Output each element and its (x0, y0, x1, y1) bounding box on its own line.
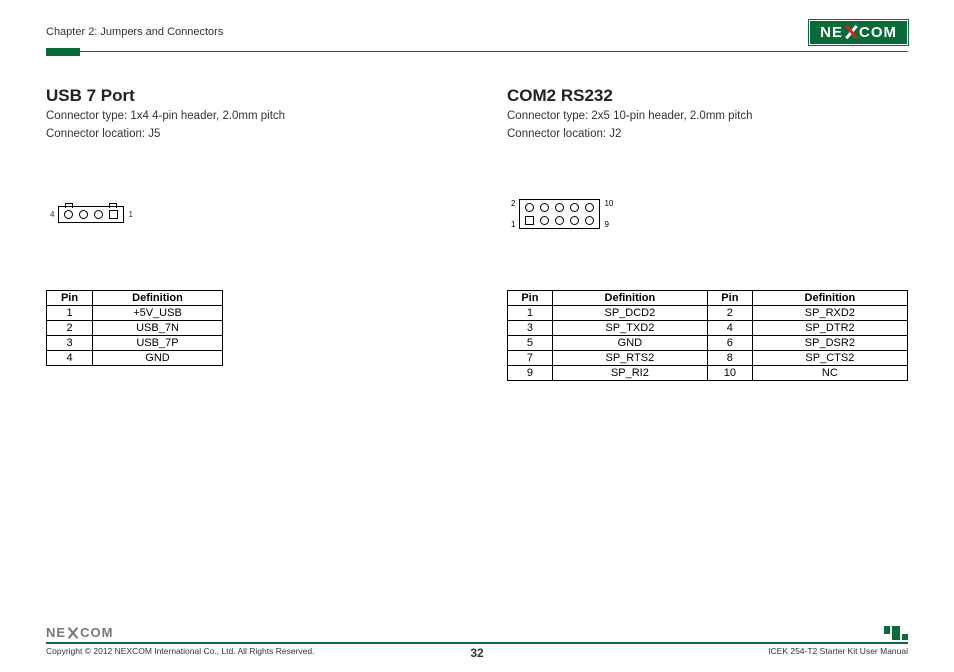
pin-circle-icon (79, 210, 88, 219)
usb7-pin-table: Pin Definition 1+5V_USB 2USB_7N 3USB_7P … (46, 290, 223, 366)
logo-text-pre: NE (820, 24, 843, 41)
pin-circle-icon (585, 216, 594, 225)
usb7-conn-type: Connector type: 1x4 4-pin header, 2.0mm … (46, 108, 447, 124)
logo-x-icon (844, 25, 858, 39)
usb7-connector (58, 206, 124, 223)
table-row: 3USB_7P (47, 336, 223, 351)
com2-pin-table: Pin Definition Pin Definition 1SP_DCD22S… (507, 290, 908, 381)
com2-title: COM2 RS232 (507, 86, 908, 106)
com2-diagram: 2 1 (507, 190, 908, 238)
com2-connector (519, 199, 600, 229)
usb7-conn-loc: Connector location: J5 (46, 126, 447, 142)
pin-circle-icon (570, 203, 579, 212)
pin-circle-icon (555, 216, 564, 225)
com2-pin-label-10: 10 (604, 199, 613, 208)
pin-circle-icon (540, 216, 549, 225)
usb7-title: USB 7 Port (46, 86, 447, 106)
header-rule (46, 50, 908, 52)
th-pin: Pin (707, 291, 752, 306)
table-row: 3SP_TXD24SP_DTR2 (508, 321, 908, 336)
usb7-pin-label-4: 4 (46, 210, 58, 219)
table-row: 1+5V_USB (47, 306, 223, 321)
table-row: 9SP_RI210NC (508, 366, 908, 381)
th-pin: Pin (508, 291, 553, 306)
th-pin: Pin (47, 291, 93, 306)
com2-conn-loc: Connector location: J2 (507, 126, 908, 142)
logo-text-post: COM (80, 625, 113, 640)
logo-x-icon (67, 627, 79, 639)
pin-circle-icon (525, 203, 534, 212)
table-row: 5GND6SP_DSR2 (508, 336, 908, 351)
table-row: 7SP_RTS28SP_CTS2 (508, 351, 908, 366)
table-row: 2USB_7N (47, 321, 223, 336)
chapter-title: Chapter 2: Jumpers and Connectors (46, 26, 223, 38)
copyright-text: Copyright © 2012 NEXCOM International Co… (46, 646, 314, 656)
logo-text-pre: NE (46, 625, 66, 640)
footer-logo: NE COM (46, 625, 113, 640)
corner-decoration-icon (884, 626, 908, 640)
th-def: Definition (93, 291, 223, 306)
brand-logo: NE COM (809, 20, 908, 45)
pin-circle-icon (64, 210, 73, 219)
pin-circle-icon (540, 203, 549, 212)
th-def: Definition (752, 291, 907, 306)
pin-circle-icon (585, 203, 594, 212)
pin-circle-icon (555, 203, 564, 212)
logo-text-post: COM (859, 24, 897, 41)
com2-pin-label-1: 1 (511, 220, 515, 229)
com2-conn-type: Connector type: 2x5 10-pin header, 2.0mm… (507, 108, 908, 124)
usb7-diagram: 4 1 (46, 190, 447, 238)
manual-title: ICEK 254-T2 Starter Kit User Manual (768, 646, 908, 656)
com2-pin-label-9: 9 (604, 220, 613, 229)
com2-pin-label-2: 2 (511, 199, 515, 208)
pin-square-icon (525, 216, 534, 225)
pin-circle-icon (94, 210, 103, 219)
th-def: Definition (552, 291, 707, 306)
pin-circle-icon (570, 216, 579, 225)
page-number: 32 (470, 646, 483, 660)
table-row: 4GND (47, 351, 223, 366)
pin-square-icon (109, 210, 118, 219)
table-row: 1SP_DCD22SP_RXD2 (508, 306, 908, 321)
usb7-pin-label-1: 1 (124, 210, 136, 219)
